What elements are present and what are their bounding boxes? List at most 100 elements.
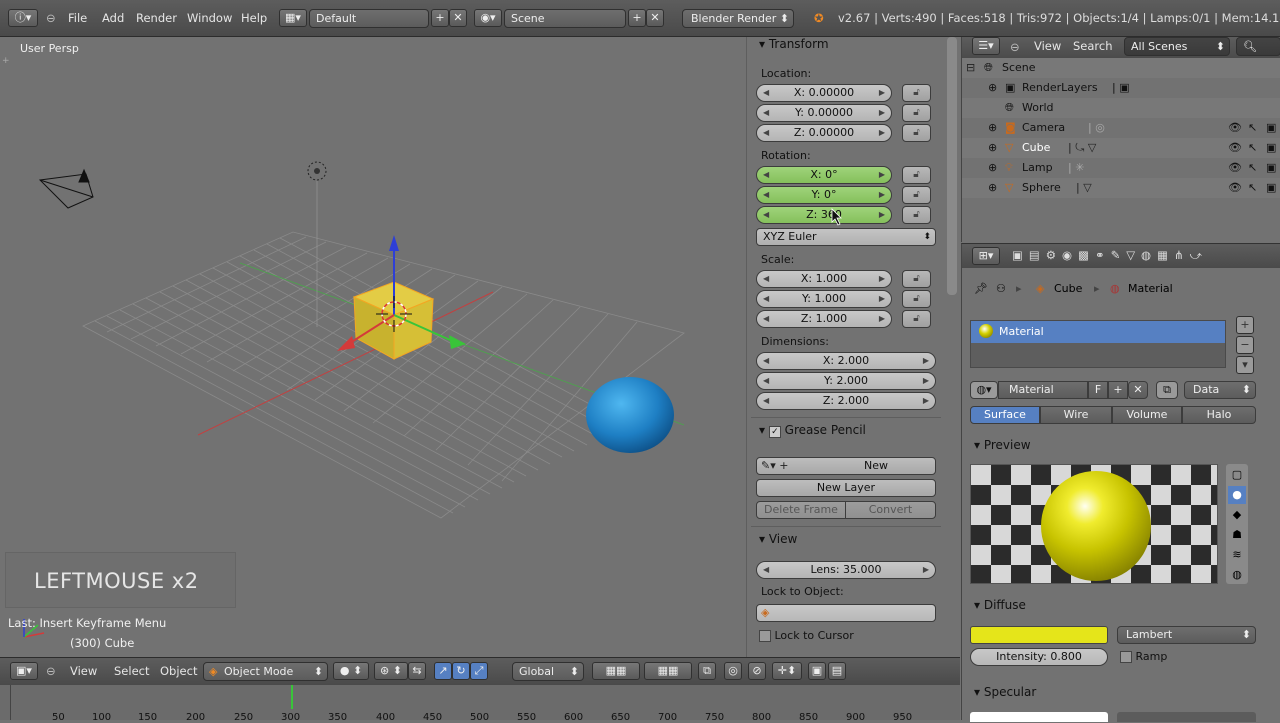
collapse-icon[interactable]: ⊟ (966, 58, 975, 78)
snap-toggle-icon[interactable]: ⊘ (748, 662, 766, 680)
editor-type-properties-icon[interactable]: ⊞▾ (972, 247, 1000, 265)
lock-object-field[interactable]: ◈ (756, 604, 936, 622)
render-icon[interactable]: ▣ (1266, 118, 1276, 138)
gp-new-layer-button[interactable]: New Layer (756, 479, 936, 497)
lock-icon[interactable]: 🔓︎ (902, 270, 931, 288)
material-name-field[interactable]: Material (998, 381, 1088, 399)
select-menu[interactable]: Select (114, 664, 149, 678)
visibility-icon[interactable]: 👁︎ (1228, 118, 1242, 138)
ramp-checkbox[interactable]: Ramp (1120, 650, 1167, 663)
manipulator-toggle-icon[interactable]: ⇆ (408, 662, 426, 680)
grease-pencil-panel-header[interactable]: ▾ ✓ Grease Pencil (759, 423, 866, 438)
tab-halo[interactable]: Halo (1182, 406, 1256, 424)
rotate-manipulator-icon[interactable]: ↻ (452, 662, 470, 680)
diffuse-color-swatch[interactable] (970, 626, 1108, 644)
outliner-row-sphere[interactable]: ⊕ ▽ Sphere | ▽ 👁︎ ↖ ▣ (962, 178, 1280, 198)
copy-material-icon[interactable]: ⧉ (1156, 381, 1178, 399)
screen-layout-field[interactable]: Default (309, 9, 429, 28)
specular-shader-select[interactable] (1117, 712, 1256, 722)
scene-icon[interactable]: ◉▾ (474, 9, 502, 27)
specular-color-swatch[interactable] (970, 712, 1108, 722)
outliner-view-menu[interactable]: View (1034, 39, 1061, 53)
scale-z-field[interactable]: ◀ Z: 1.000 ▶ (756, 310, 892, 328)
menu-add[interactable]: Add (102, 11, 124, 25)
gp-new-button[interactable]: ✎▾ + New (756, 457, 936, 475)
material-slot-list[interactable]: Material (970, 320, 1226, 368)
menu-window[interactable]: Window (187, 11, 232, 25)
location-z-field[interactable]: ◀ Z: 0.00000 ▶ (756, 124, 892, 142)
translate-manipulator-icon[interactable]: ↗ (434, 662, 452, 680)
panel-scrollbar[interactable] (947, 37, 957, 295)
world-preview-icon[interactable]: ◍ (1228, 566, 1246, 584)
timeline[interactable]: 50 100 150 200 250 300 350 400 450 500 5… (0, 685, 960, 723)
outliner-search-field[interactable]: 🔍︎ (1236, 37, 1280, 56)
gp-convert-button[interactable]: Convert (845, 501, 936, 519)
sphere-preview-icon[interactable]: ● (1228, 486, 1246, 504)
render-icon[interactable]: ▣ (1266, 138, 1276, 158)
scale-x-field[interactable]: ◀ X: 1.000 ▶ (756, 270, 892, 288)
location-x-field[interactable]: ◀ X: 0.00000 ▶ (756, 84, 892, 102)
hair-preview-icon[interactable]: ≋ (1228, 546, 1246, 564)
material-browse-icon[interactable]: ◍▾ (970, 381, 998, 399)
remove-layout-icon[interactable]: ✕ (449, 9, 467, 27)
3d-viewport[interactable]: User Persp + LEFTMOUSE x2 Last: Insert K… (0, 37, 746, 657)
lock-icon[interactable]: 🔓︎ (902, 206, 931, 224)
checkbox-icon[interactable] (1120, 651, 1132, 663)
render-icon[interactable]: ▣ (1266, 178, 1276, 198)
transform-panel-header[interactable]: ▾ Transform (759, 37, 829, 51)
outliner-filter-select[interactable]: All Scenes ⬍ (1124, 37, 1230, 56)
selectable-icon[interactable]: ↖ (1248, 138, 1257, 158)
visibility-icon[interactable]: 👁︎ (1228, 178, 1242, 198)
outliner-row-lamp[interactable]: ⊕ 💡︎ Lamp | ✳ 👁︎ ↖ ▣ (962, 158, 1280, 178)
expand-icon[interactable]: ⊕ (988, 118, 997, 138)
rotation-y-field[interactable]: ◀ Y: 0° ▶ (756, 186, 892, 204)
intensity-slider[interactable]: Intensity: 0.800 (970, 648, 1108, 666)
lock-icon[interactable]: 🔓︎ (902, 84, 931, 102)
selectable-icon[interactable]: ↖ (1248, 118, 1257, 138)
collapse-menus-icon[interactable]: ⊖ (1010, 40, 1020, 54)
slot-menu-icon[interactable]: ▾ (1236, 356, 1254, 374)
pin-icon[interactable]: 📌︎ (974, 282, 988, 295)
render-opengl-icon[interactable]: ▣ (808, 662, 826, 680)
expand-icon[interactable]: ⊕ (988, 178, 997, 198)
lens-field[interactable]: ◀ Lens: 35.000 ▶ (756, 561, 936, 579)
rotation-z-field[interactable]: ◀ Z: 360 ▶ (756, 206, 892, 224)
view-panel-header[interactable]: ▾ View (759, 532, 797, 546)
collapse-menus-icon[interactable]: ⊖ (46, 664, 56, 678)
checkbox-icon[interactable] (759, 630, 771, 642)
dimensions-y-field[interactable]: ◀ Y: 2.000 ▶ (756, 372, 936, 390)
render-icon[interactable]: ▣ (1266, 158, 1276, 178)
remove-scene-icon[interactable]: ✕ (646, 9, 664, 27)
screen-layout-icon[interactable]: ▦▾ (279, 9, 307, 27)
context-tabs[interactable]: ▣▤⚙◉▩⚭✎▽◍▦⋔⤻ (1012, 248, 1208, 263)
outliner-row-renderlayers[interactable]: ⊕ ▣ RenderLayers | ▣ (962, 78, 1280, 98)
lock-icon[interactable]: 🔓︎ (902, 290, 931, 308)
expand-icon[interactable]: ⊕ (988, 138, 997, 158)
material-slot-row[interactable]: Material (971, 321, 1225, 343)
checkbox-checked-icon[interactable]: ✓ (768, 426, 781, 438)
layer-buttons-left[interactable]: ▦▦ (592, 662, 640, 680)
link-select[interactable]: Data ⬍ (1184, 381, 1256, 399)
gp-delete-frame-button[interactable]: Delete Frame (756, 501, 846, 519)
scale-manipulator-icon[interactable]: ⤢ (470, 662, 488, 680)
visibility-icon[interactable]: 👁︎ (1228, 138, 1242, 158)
scale-y-field[interactable]: ◀ Y: 1.000 ▶ (756, 290, 892, 308)
expand-icon[interactable]: ⊕ (988, 158, 997, 178)
rotation-x-field[interactable]: ◀ X: 0° ▶ (756, 166, 892, 184)
pivot-point-icon[interactable]: ⊛ ⬍ (374, 662, 408, 680)
lock-icon[interactable]: 🔓︎ (902, 186, 931, 204)
selectable-icon[interactable]: ↖ (1248, 158, 1257, 178)
lock-to-cursor-checkbox[interactable]: Lock to Cursor (759, 629, 854, 642)
lock-layers-icon[interactable]: ⧉ (698, 662, 716, 680)
monkey-preview-icon[interactable]: ☗ (1228, 526, 1246, 544)
lock-icon[interactable]: 🔓︎ (902, 104, 931, 122)
menu-render[interactable]: Render (136, 11, 177, 25)
add-slot-icon[interactable]: + (1236, 316, 1254, 334)
add-scene-icon[interactable]: + (628, 9, 646, 27)
menu-help[interactable]: Help (241, 11, 267, 25)
visibility-icon[interactable]: 👁︎ (1228, 158, 1242, 178)
expand-icon[interactable]: ⊕ (988, 78, 997, 98)
outliner-row-cube[interactable]: ⊕ ▽ Cube | ⤿ ▽ 👁︎ ↖ ▣ (962, 138, 1280, 158)
editor-type-3dview-icon[interactable]: ▣▾ (10, 662, 38, 680)
current-frame-marker[interactable] (291, 685, 293, 709)
